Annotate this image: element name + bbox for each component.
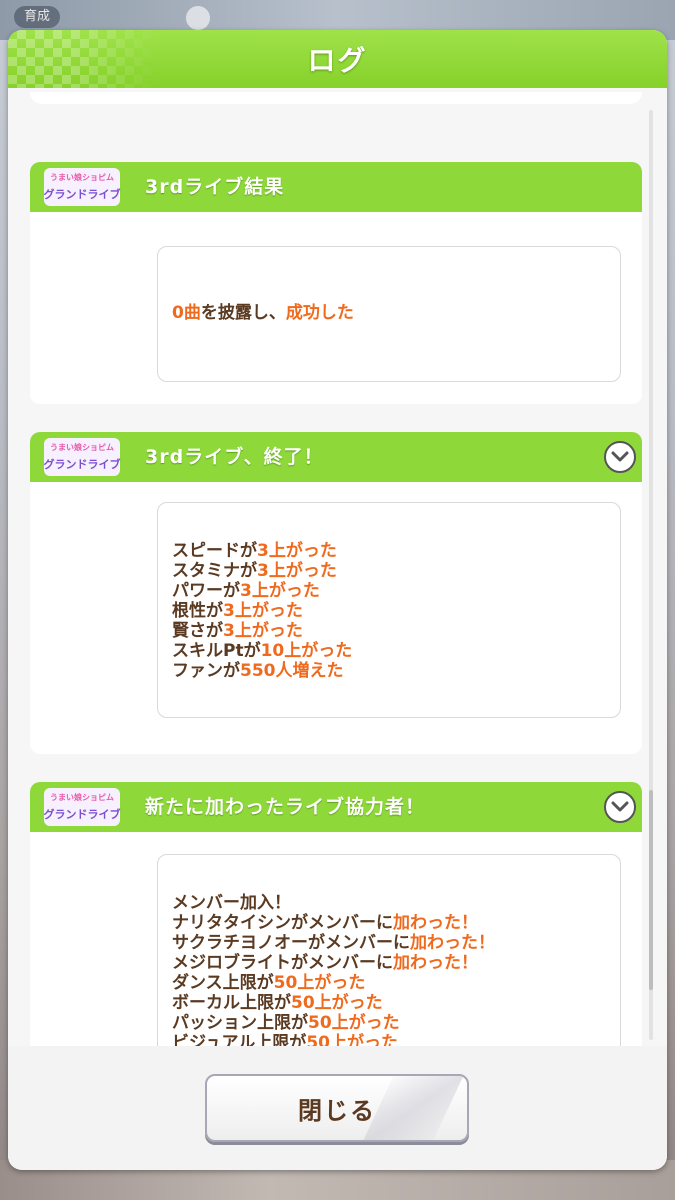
card-title: 3rdライブ、終了！ <box>145 446 324 468</box>
highlight-text: 3上がった <box>257 541 337 561</box>
message-text: を披露し、 <box>200 303 286 323</box>
log-card-live-end: うまい娘ショピム グランドライブ 3rdライブ、終了！ スピードが3上がった スタ… <box>30 432 642 754</box>
svg-text:うまい娘ショピム: うまい娘ショピム <box>50 442 114 452</box>
message-text: ボーカル上限が <box>172 993 291 1013</box>
close-button-label: 閉じる <box>298 1096 376 1125</box>
log-modal: ログ うまい娘ショピム グランドライブ 3rdライブ結果 0曲を披露し、成功した <box>8 30 667 1170</box>
grand-live-logo-icon: うまい娘ショピム グランドライブ <box>44 438 121 476</box>
message-line: 根性が3上がった <box>172 601 606 621</box>
message-text: パワーが <box>172 581 240 601</box>
message-line: スキルPtが10上がった <box>172 641 606 661</box>
message-lines: 0曲を披露し、成功した <box>172 303 606 323</box>
message-text: メジロブライトがメンバーに <box>172 953 393 973</box>
highlight-text: 0曲 <box>172 303 201 323</box>
highlight-text: 50上がった <box>291 993 383 1013</box>
message-line: スピードが3上がった <box>172 541 606 561</box>
chevron-down-icon[interactable] <box>604 791 636 823</box>
svg-text:グランドライブ: グランドライブ <box>44 457 121 471</box>
highlight-text: 3上がった <box>257 561 337 581</box>
message-text: ナリタタイシンがメンバーに <box>172 913 393 933</box>
message-line: 賢さが3上がった <box>172 621 606 641</box>
modal-title: ログ <box>307 44 368 77</box>
highlight-text: 加わった！ <box>393 913 478 933</box>
highlight-text: 50上がった <box>273 973 366 993</box>
message-line: メジロブライトがメンバーに加わった！ <box>172 953 606 973</box>
top-chip: 育成 <box>14 6 61 28</box>
header-pattern <box>8 30 158 88</box>
log-card-live-result: うまい娘ショピム グランドライブ 3rdライブ結果 0曲を披露し、成功した <box>30 162 642 404</box>
highlight-text: 加わった！ <box>410 933 495 953</box>
log-scroll-area[interactable]: うまい娘ショピム グランドライブ 3rdライブ結果 0曲を披露し、成功した うま… <box>8 92 667 1050</box>
message-text: 根性が <box>172 601 223 621</box>
message-text: メンバー加入！ <box>172 893 291 913</box>
grand-live-logo-icon: うまい娘ショピム グランドライブ <box>44 788 121 826</box>
card-message-box: スピードが3上がった スタミナが3上がった パワーが3上がった 根性が3上がった 賢さが… <box>157 502 621 718</box>
highlight-text: 10上がった <box>260 641 353 661</box>
card-message-box: メンバー加入！ ナリタタイシンがメンバーに加わった！ サクラチヨノオーがメンバーに加… <box>157 854 621 1050</box>
message-line: ダンス上限が50上がった <box>172 973 606 993</box>
message-line: サクラチヨノオーがメンバーに加わった！ <box>172 933 606 953</box>
message-line: パッション上限が50上がった <box>172 1013 606 1033</box>
highlight-text: 3上がった <box>223 601 303 621</box>
card-header: うまい娘ショピム グランドライブ 新たに加わったライブ協力者！ <box>30 782 642 832</box>
card-header: うまい娘ショピム グランドライブ 3rdライブ結果 <box>30 162 642 212</box>
highlight-text: 550人増えた <box>240 661 344 681</box>
scrollbar-thumb[interactable] <box>649 790 653 990</box>
card-title: 3rdライブ結果 <box>145 176 285 198</box>
highlight-text: 50上がった <box>308 1013 400 1033</box>
message-line: スタミナが3上がった <box>172 561 606 581</box>
card-title: 新たに加わったライブ協力者！ <box>145 796 426 818</box>
message-lines: メンバー加入！ ナリタタイシンがメンバーに加わった！ サクラチヨノオーがメンバーに加… <box>172 893 606 1050</box>
previous-card-stub <box>30 92 642 104</box>
svg-text:うまい娘ショピム: うまい娘ショピム <box>50 172 114 182</box>
card-message-box: 0曲を披露し、成功した <box>157 246 621 382</box>
highlight-text: 3上がった <box>240 581 320 601</box>
message-line: パワーが3上がった <box>172 581 606 601</box>
grand-live-logo-icon: うまい娘ショピム グランドライブ <box>44 168 121 206</box>
svg-text:グランドライブ: グランドライブ <box>44 187 121 201</box>
top-round-icon <box>186 6 210 30</box>
message-text: サクラチヨノオーがメンバーに <box>172 933 410 953</box>
highlight-text: 成功した <box>285 303 354 323</box>
message-text: スタミナが <box>172 561 257 581</box>
log-card-new-members: うまい娘ショピム グランドライブ 新たに加わったライブ協力者！ メンバー加入！ナ… <box>30 782 642 1050</box>
message-line: ボーカル上限が50上がった <box>172 993 606 1013</box>
chevron-down-icon[interactable] <box>604 441 636 473</box>
message-text: スピードが <box>172 541 257 561</box>
message-text: ファンが <box>172 661 240 681</box>
message-line: ファンが550人増えた <box>172 661 606 681</box>
message-text: 賢さが <box>172 621 223 641</box>
message-lines: スピードが3上がった スタミナが3上がった パワーが3上がった 根性が3上がった 賢さが… <box>172 541 606 681</box>
highlight-text: 加わった！ <box>393 953 478 973</box>
message-text: パッション上限が <box>172 1013 308 1033</box>
svg-text:うまい娘ショピム: うまい娘ショピム <box>50 792 114 802</box>
card-header: うまい娘ショピム グランドライブ 3rdライブ、終了！ <box>30 432 642 482</box>
message-line: 0曲を披露し、成功した <box>172 303 606 323</box>
modal-header: ログ <box>8 30 667 88</box>
close-button[interactable]: 閉じる <box>205 1074 469 1142</box>
message-line: メンバー加入！ <box>172 893 606 913</box>
message-text: ダンス上限が <box>172 973 274 993</box>
message-line: ナリタタイシンがメンバーに加わった！ <box>172 913 606 933</box>
svg-text:グランドライブ: グランドライブ <box>44 807 121 821</box>
message-text: スキルPtが <box>172 641 261 661</box>
highlight-text: 3上がった <box>223 621 303 641</box>
